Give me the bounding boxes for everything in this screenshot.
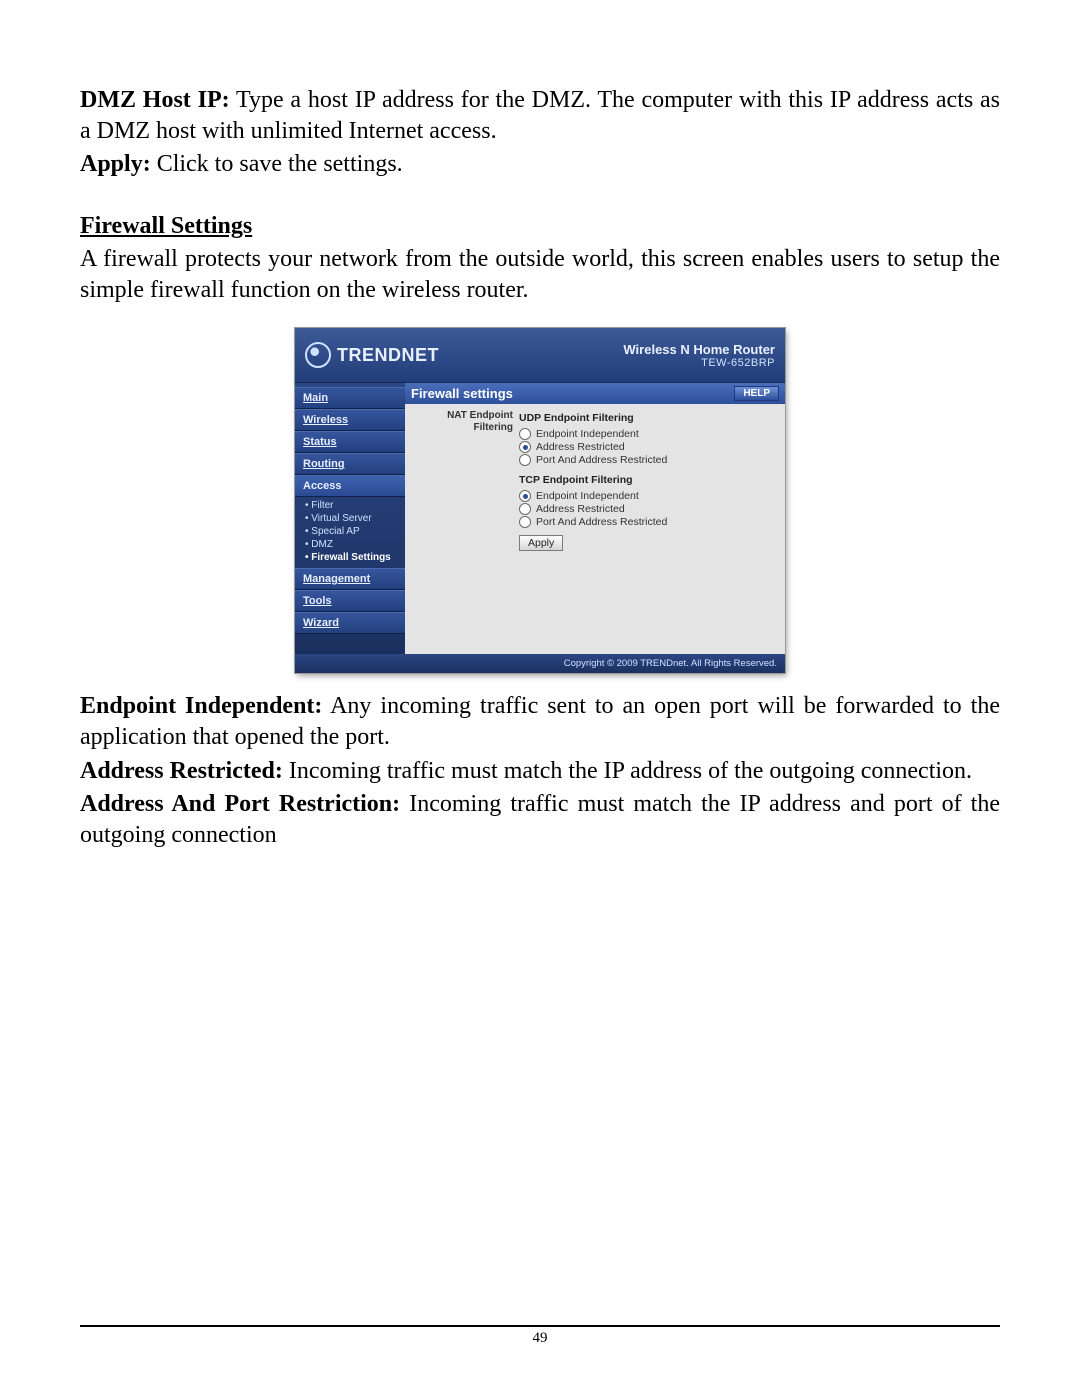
subnav-special-ap[interactable]: Special AP [305,525,405,538]
para-ar-text: Incoming traffic must match the IP addre… [283,758,972,784]
header-title: Wireless N Home Router [623,342,775,357]
nav-status[interactable]: Status [295,431,405,453]
tcp-opt-endpoint[interactable]: Endpoint Independent [519,490,777,502]
section-title-firewall: Firewall Settings [80,211,1000,242]
header-right: Wireless N Home Router TEW-652BRP [623,342,775,369]
nav-access[interactable]: Access [295,475,405,497]
nav-tools[interactable]: Tools [295,590,405,612]
tcp-group-title: TCP Endpoint Filtering [519,474,777,486]
subnav-virtual-server[interactable]: Virtual Server [305,512,405,525]
radio-icon[interactable] [519,428,531,440]
para-dmz: DMZ Host IP: Type a host IP address for … [80,85,1000,147]
para-firewall-intro: A firewall protects your network from th… [80,244,1000,306]
router-header: TRENDNET Wireless N Home Router TEW-652B… [295,328,785,383]
nat-label: NAT Endpoint Filtering [413,410,519,551]
udp-opt-address[interactable]: Address Restricted [519,441,777,453]
nav-management[interactable]: Management [295,568,405,590]
nav-wizard[interactable]: Wizard [295,612,405,634]
udp-opt-port[interactable]: Port And Address Restricted [519,454,777,466]
radio-icon[interactable] [519,503,531,515]
radio-icon[interactable] [519,441,531,453]
header-model: TEW-652BRP [623,357,775,369]
page-number: 49 [0,1330,1080,1347]
radio-icon[interactable] [519,490,531,502]
content-title: Firewall settings [411,386,513,401]
subnav-access: Filter Virtual Server Special AP DMZ Fir… [295,497,405,568]
para-ei-label: Endpoint Independent: [80,693,322,719]
udp-group-title: UDP Endpoint Filtering [519,412,777,424]
page-rule [80,1325,1000,1327]
brand-name: TRENDNET [337,345,439,366]
nav-wireless[interactable]: Wireless [295,409,405,431]
subnav-firewall-settings[interactable]: Firewall Settings [305,551,405,564]
para-apply-label: Apply: [80,151,151,177]
subnav-dmz[interactable]: DMZ [305,538,405,551]
tcp-opt-port[interactable]: Port And Address Restricted [519,516,777,528]
content-header: Firewall settings HELP [405,383,785,404]
para-address-port-restriction: Address And Port Restriction: Incoming t… [80,789,1000,851]
radio-icon[interactable] [519,454,531,466]
content-pane: Firewall settings HELP NAT Endpoint Filt… [405,383,785,654]
help-button[interactable]: HELP [734,386,779,401]
udp-opt-endpoint[interactable]: Endpoint Independent [519,428,777,440]
radio-icon[interactable] [519,516,531,528]
para-address-restricted: Address Restricted: Incoming traffic mus… [80,756,1000,787]
router-screenshot: TRENDNET Wireless N Home Router TEW-652B… [295,328,785,673]
nav-main[interactable]: Main [295,387,405,409]
sidebar: Main Wireless Status Routing Access Filt… [295,383,405,654]
tcp-opt-address[interactable]: Address Restricted [519,503,777,515]
para-dmz-label: DMZ Host IP: [80,87,230,113]
para-apr-label: Address And Port Restriction: [80,791,400,817]
router-footer: Copyright © 2009 TRENDnet. All Rights Re… [295,654,785,673]
apply-button[interactable]: Apply [519,535,563,551]
brand: TRENDNET [305,342,439,368]
para-ar-label: Address Restricted: [80,758,283,784]
para-apply-text: Click to save the settings. [151,151,403,177]
brand-logo-icon [305,342,331,368]
nav-routing[interactable]: Routing [295,453,405,475]
subnav-filter[interactable]: Filter [305,499,405,512]
para-endpoint-independent: Endpoint Independent: Any incoming traff… [80,691,1000,753]
para-apply: Apply: Click to save the settings. [80,149,1000,180]
